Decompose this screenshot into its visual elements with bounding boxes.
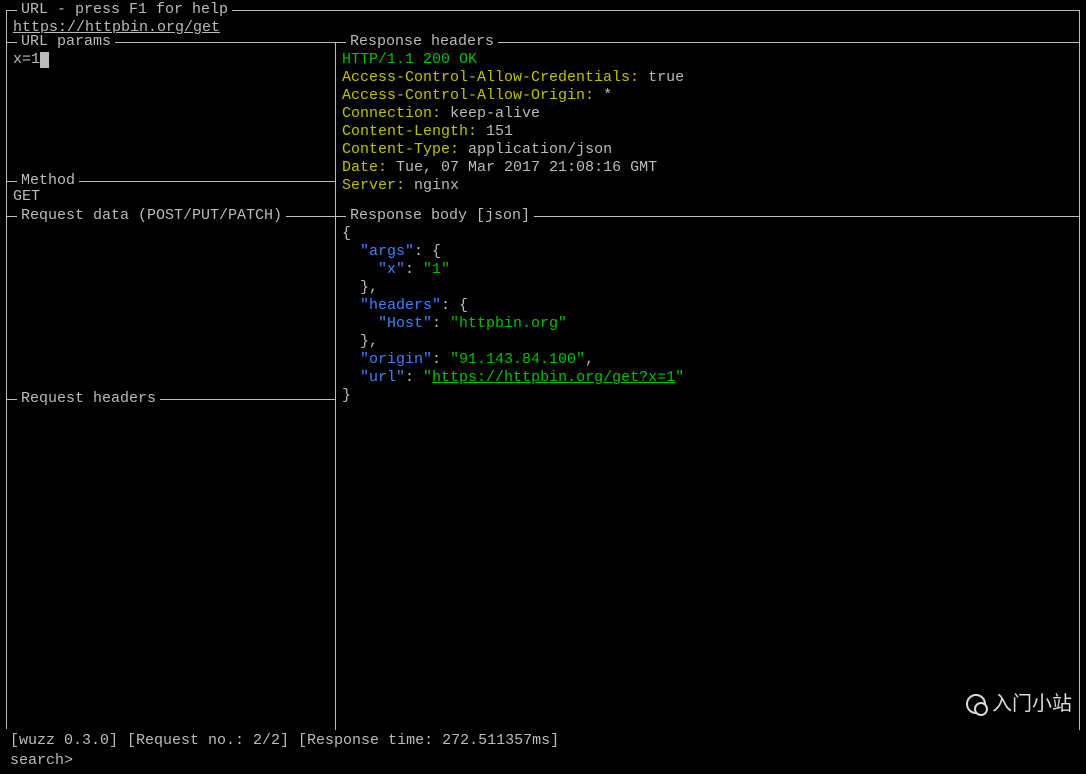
response-header-name: Server:: [342, 177, 405, 194]
response-status-line: HTTP/1.1 200 OK: [342, 51, 1073, 69]
json-open: {: [342, 225, 1073, 243]
response-header-value: Tue, 07 Mar 2017 21:08:16 GMT: [396, 159, 657, 176]
response-body-box: Response body [json] { "args": { "x": "1…: [335, 216, 1080, 730]
watermark-icon: [966, 694, 986, 714]
json-origin-line: "origin": "91.143.84.100",: [342, 351, 1073, 369]
method-value: GET: [13, 188, 40, 205]
request-headers-title: Request headers: [17, 390, 160, 408]
status-bar: [wuzz 0.3.0] [Request no.: 2/2] [Respons…: [6, 730, 1080, 752]
url-params-title: URL params: [17, 33, 115, 51]
search-input: search>: [6, 752, 1080, 770]
request-headers-box[interactable]: Request headers: [6, 399, 336, 729]
response-header-row: Date: Tue, 07 Mar 2017 21:08:16 GMT: [342, 159, 1073, 177]
json-args-line: "args": {: [342, 243, 1073, 261]
json-x-line: "x": "1": [342, 261, 1073, 279]
json-headers-close: },: [342, 333, 1073, 351]
response-header-row: Content-Type: application/json: [342, 141, 1073, 159]
response-header-name: Access-Control-Allow-Credentials:: [342, 69, 639, 86]
response-headers-list: Access-Control-Allow-Credentials: trueAc…: [342, 69, 1073, 195]
url-params-value[interactable]: x=1: [13, 51, 40, 68]
json-args-close: },: [342, 279, 1073, 297]
response-header-row: Access-Control-Allow-Origin: *: [342, 87, 1073, 105]
response-header-name: Date:: [342, 159, 387, 176]
response-header-name: Access-Control-Allow-Origin:: [342, 87, 594, 104]
request-data-box[interactable]: Request data (POST/PUT/PATCH): [6, 216, 336, 400]
request-data-title: Request data (POST/PUT/PATCH): [17, 207, 286, 225]
response-header-value: true: [648, 69, 684, 86]
json-close: }: [342, 387, 1073, 405]
response-header-value: *: [603, 87, 612, 104]
json-url-line: "url": "https://httpbin.org/get?x=1": [342, 369, 1073, 387]
json-host-line: "Host": "httpbin.org": [342, 315, 1073, 333]
response-headers-title: Response headers: [346, 33, 498, 51]
watermark: 入门小站: [966, 692, 1072, 716]
response-header-value: keep-alive: [450, 105, 540, 122]
cursor-icon: [40, 52, 49, 68]
response-header-name: Content-Length:: [342, 123, 477, 140]
response-header-value: application/json: [468, 141, 612, 158]
response-header-name: Connection:: [342, 105, 441, 122]
response-header-value: 151: [486, 123, 513, 140]
response-header-value: nginx: [414, 177, 459, 194]
url-box-title: URL - press F1 for help: [17, 1, 232, 19]
response-body-title: Response body [json]: [346, 207, 534, 225]
url-params-box[interactable]: URL params x=1: [6, 42, 336, 182]
response-header-row: Server: nginx: [342, 177, 1073, 195]
response-headers-box: Response headers HTTP/1.1 200 OK Access-…: [335, 42, 1080, 217]
json-url-link[interactable]: https://httpbin.org/get?x=1: [432, 369, 675, 386]
url-box: URL - press F1 for help https://httpbin.…: [6, 10, 1080, 43]
method-title: Method: [17, 172, 79, 190]
response-header-row: Content-Length: 151: [342, 123, 1073, 141]
response-header-row: Connection: keep-alive: [342, 105, 1073, 123]
response-header-name: Content-Type:: [342, 141, 459, 158]
response-header-row: Access-Control-Allow-Credentials: true: [342, 69, 1073, 87]
json-headers-line: "headers": {: [342, 297, 1073, 315]
